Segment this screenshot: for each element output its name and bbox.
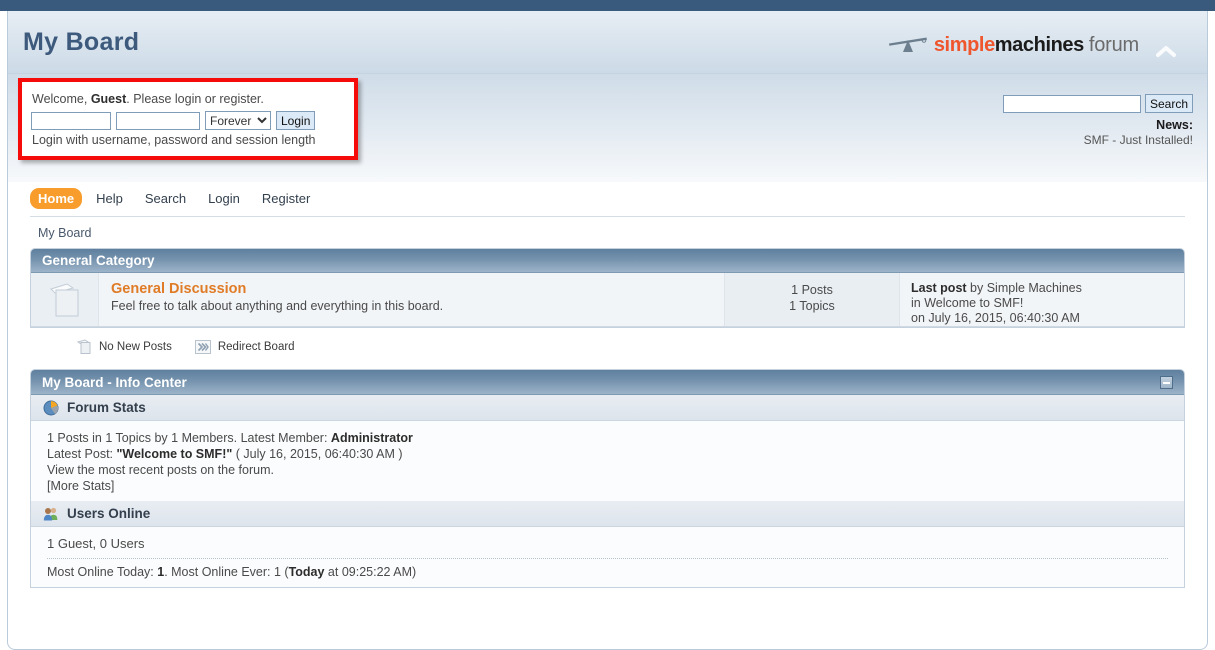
upper-panel: Welcome, Guest. Please login or register… — [8, 74, 1207, 182]
users-online-bar: Users Online — [31, 501, 1184, 527]
username-input[interactable] — [31, 111, 111, 130]
top-strip — [0, 0, 1215, 11]
search-input[interactable] — [1002, 94, 1141, 113]
users-online-body: 1 Guest, 0 Users Most Online Today: 1. M… — [31, 527, 1184, 587]
page-title: My Board — [23, 28, 140, 56]
forum-shell: My Board simple machines forum Welcome, Gu… — [7, 11, 1208, 650]
guest-label: Guest — [90, 92, 127, 106]
breadcrumb-band: My Board — [30, 216, 1185, 248]
stats-line-members: 1 Posts in 1 Topics by 1 Members. Latest… — [47, 430, 1184, 446]
login-button[interactable]: Login — [276, 111, 316, 130]
board-topics-count: 1 Topics — [789, 299, 835, 313]
category-panel: General Category General Discussion Feel… — [30, 248, 1185, 328]
most-online-today-label: Most Online Today: — [47, 565, 158, 579]
nav-item-help[interactable]: Help — [88, 188, 131, 209]
content-area: General Category General Discussion Feel… — [8, 248, 1207, 588]
logo-text-forum: forum — [1088, 33, 1139, 56]
last-post-label: Last post — [911, 281, 967, 295]
nav-item-search[interactable]: Search — [137, 188, 194, 209]
header-band: My Board simple machines forum — [8, 11, 1207, 74]
most-online-time: at 09:25:22 AM) — [324, 565, 417, 579]
main-nav: Home Help Search Login Register — [30, 182, 1207, 209]
forum-stats-body: 1 Posts in 1 Topics by 1 Members. Latest… — [31, 421, 1184, 501]
login-form: Forever Login — [31, 111, 316, 130]
login-box-highlight: Welcome, Guest. Please login or register… — [18, 78, 358, 160]
latest-post-link[interactable]: "Welcome to SMF!" — [116, 447, 232, 461]
users-online-summary: 1 Guest, 0 Users — [47, 536, 145, 551]
board-description: Feel free to talk about anything and eve… — [111, 299, 444, 313]
more-stats-link[interactable]: [More Stats] — [47, 478, 1184, 494]
session-length-select[interactable]: Forever — [205, 111, 271, 130]
forum-stats-title: Forum Stats — [67, 400, 146, 415]
welcome-line: Welcome, Guest. Please login or register… — [32, 92, 264, 106]
redirect-board-icon — [194, 340, 211, 354]
most-online-today-word: Today — [288, 565, 325, 579]
collapse-box-icon[interactable] — [1160, 375, 1173, 389]
last-post-date: on July 16, 2015, 06:40:30 AM — [911, 311, 1080, 325]
login-hint: Login with username, password and sessio… — [32, 133, 316, 147]
forum-stats-bar: Forum Stats — [31, 395, 1184, 421]
most-online-ever-text: . Most Online Ever: 1 ( — [164, 565, 289, 579]
last-post-author: by Simple Machines — [966, 281, 1082, 295]
breadcrumb[interactable]: My Board — [38, 217, 1185, 240]
last-post-topic[interactable]: in Welcome to SMF! — [911, 296, 1184, 311]
legend-item-redirect-board: Redirect Board — [194, 338, 295, 356]
news-label: News: — [1156, 118, 1193, 132]
search-area: Search — [1002, 94, 1193, 113]
board-stats-cell: 1 Posts 1 Topics — [724, 273, 899, 326]
divider — [47, 558, 1168, 559]
most-online-line: Most Online Today: 1. Most Online Ever: … — [47, 564, 1184, 580]
info-center-header: My Board - Info Center — [31, 370, 1184, 395]
board-no-new-posts-icon — [49, 282, 78, 316]
welcome-suffix: . Please login or register. — [126, 92, 264, 106]
recent-posts-link[interactable]: View the most recent posts on the forum. — [47, 462, 1184, 478]
category-title: General Category — [31, 249, 1184, 273]
board-main-cell: General Discussion Feel free to talk abo… — [99, 273, 724, 326]
stats-counts-text: 1 Posts in 1 Topics by 1 Members. Latest… — [47, 431, 331, 445]
board-row: General Discussion Feel free to talk abo… — [31, 273, 1184, 327]
nav-band: Home Help Search Login Register — [8, 182, 1207, 216]
nav-item-login[interactable]: Login — [200, 188, 248, 209]
news-text: SMF - Just Installed! — [1083, 133, 1193, 147]
legend-label: No New Posts — [99, 341, 172, 353]
latest-post-label: Latest Post: — [47, 447, 117, 461]
legend-item-no-new-posts: No New Posts — [75, 338, 172, 356]
legend-label: Redirect Board — [217, 341, 295, 353]
board-title-link[interactable]: General Discussion — [111, 280, 724, 298]
latest-post-date: ( July 16, 2015, 06:40:30 AM ) — [232, 447, 403, 461]
news-area: News: SMF - Just Installed! — [1084, 118, 1193, 148]
seesaw-icon — [888, 37, 927, 52]
board-posts-count: 1 Posts — [791, 283, 833, 297]
info-center-panel: My Board - Info Center Forum Stats 1 Pos… — [30, 369, 1185, 588]
board-icon-cell — [31, 273, 99, 326]
users-online-title: Users Online — [67, 506, 151, 521]
smf-logo[interactable]: simple machines forum — [887, 33, 1139, 57]
no-new-posts-icon — [76, 339, 91, 354]
board-last-post-cell: Last post by Simple Machines in Welcome … — [899, 273, 1184, 326]
password-input[interactable] — [116, 111, 200, 130]
logo-text-simple: simple — [933, 33, 995, 56]
info-center-title: My Board - Info Center — [42, 374, 187, 390]
latest-member-link[interactable]: Administrator — [331, 431, 413, 445]
chevron-up-icon[interactable] — [1155, 44, 1177, 58]
logo-text-machines: machines — [994, 33, 1084, 56]
stats-line-latest-post: Latest Post: "Welcome to SMF!" ( July 16… — [47, 446, 1184, 462]
users-online-icon — [43, 507, 58, 520]
search-button[interactable]: Search — [1144, 94, 1193, 113]
nav-item-register[interactable]: Register — [254, 188, 318, 209]
nav-item-home[interactable]: Home — [30, 188, 83, 209]
pie-chart-icon — [43, 400, 59, 415]
board-legend: No New Posts Redirect Board — [30, 328, 1185, 356]
welcome-prefix: Welcome, — [32, 92, 91, 106]
